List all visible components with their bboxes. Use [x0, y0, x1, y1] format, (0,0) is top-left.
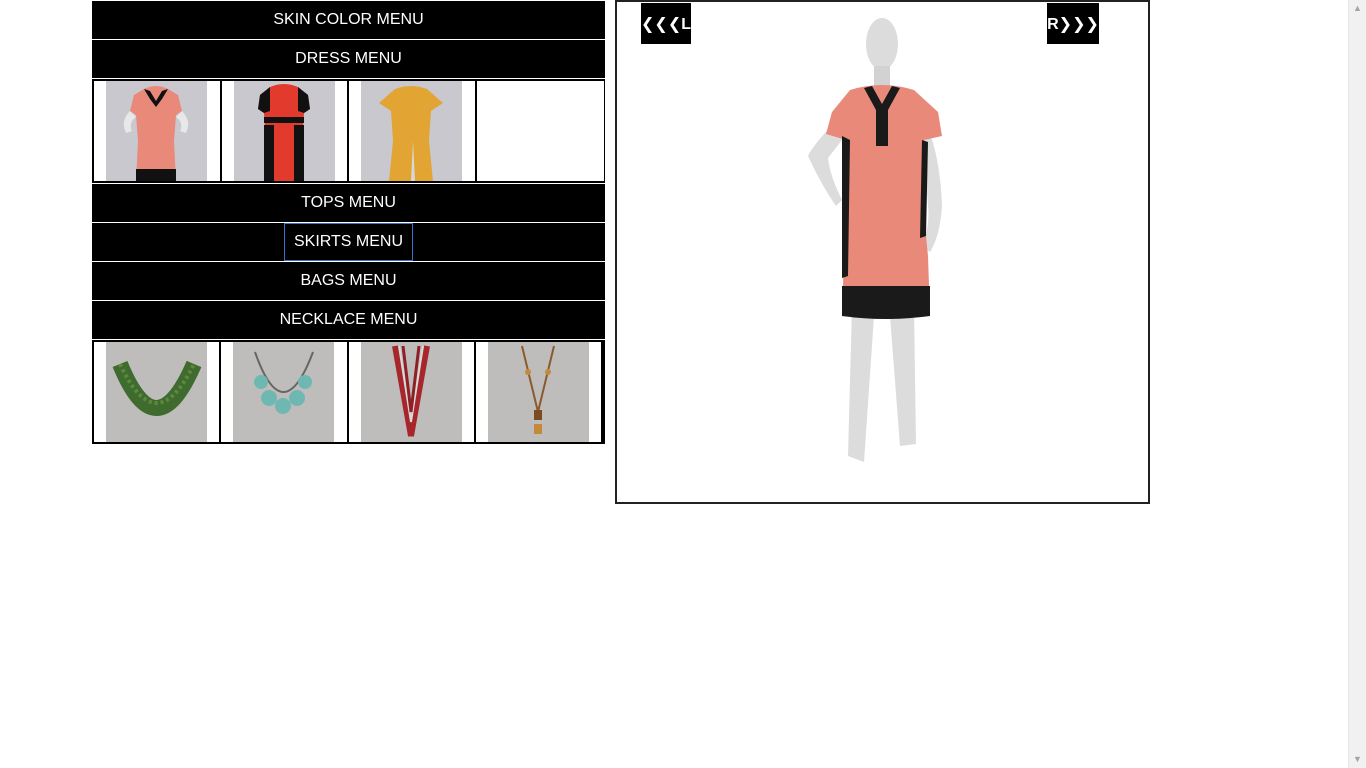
scroll-down-icon[interactable]: ▼ [1353, 755, 1362, 764]
skirts-menu-label: SKIRTS MENU [283, 223, 414, 261]
necklace-thumbnail-2[interactable] [221, 342, 349, 442]
dress-thumbnail-row [92, 79, 605, 183]
necklace-menu-button[interactable]: NECKLACE MENU [92, 301, 605, 339]
mannequin-dress-preview [808, 18, 942, 462]
necklace-thumbnail-row [92, 340, 605, 444]
necklace-thumbnail-1[interactable] [94, 342, 222, 442]
mustard-dress-thumbnail-icon [361, 81, 463, 181]
dress-thumbnail-1[interactable] [94, 81, 222, 181]
vertical-scrollbar[interactable]: ▲ ▼ [1348, 0, 1366, 768]
skin-color-menu-button[interactable]: SKIN COLOR MENU [92, 1, 605, 39]
necklace-thumbnail-4[interactable] [476, 342, 603, 442]
red-bead-necklace-icon [360, 342, 462, 442]
pink-dress-thumbnail-icon [106, 81, 208, 181]
tops-menu-button[interactable]: TOPS MENU [92, 184, 605, 222]
skirts-menu-button[interactable]: SKIRTS MENU [92, 223, 605, 261]
dress-thumbnail-2[interactable] [222, 81, 349, 181]
red-dress-thumbnail-icon [233, 81, 335, 181]
previous-button[interactable]: ❮❮❮L [641, 3, 691, 44]
dress-thumbnail-3[interactable] [349, 81, 477, 181]
green-bead-necklace-icon [106, 342, 208, 442]
next-button[interactable]: R❯❯❯ [1047, 3, 1099, 44]
outfit-preview-panel: ❮❮❮L R❯❯❯ [615, 0, 1150, 504]
dress-menu-button[interactable]: DRESS MENU [92, 40, 605, 78]
turquoise-necklace-icon [233, 342, 335, 442]
scroll-up-icon[interactable]: ▲ [1353, 4, 1362, 13]
bags-menu-button[interactable]: BAGS MENU [92, 262, 605, 300]
amber-pendant-necklace-icon [487, 342, 589, 442]
menu-column: SKIN COLOR MENU DRESS MENU TOPS MENU SKI… [92, 0, 605, 444]
dress-thumbnail-empty-slot [477, 81, 605, 181]
necklace-thumbnail-3[interactable] [349, 342, 476, 442]
